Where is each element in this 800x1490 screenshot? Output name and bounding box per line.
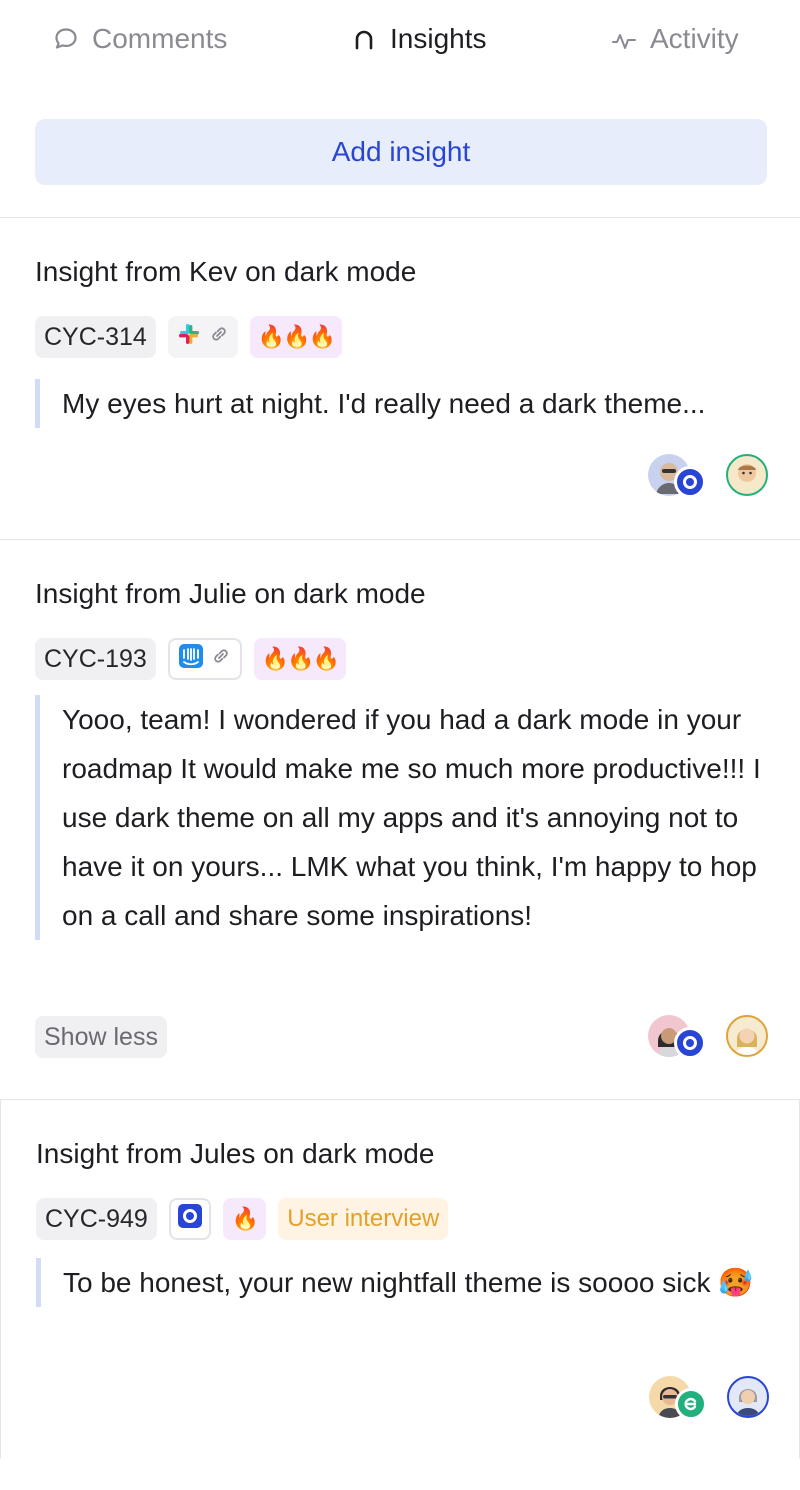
link-icon: [210, 645, 232, 674]
activity-icon: [610, 25, 638, 53]
insight-people: [648, 1015, 768, 1059]
insight-tags: CYC-949 🔥 User interview: [36, 1198, 449, 1240]
tab-comments-label: Comments: [92, 23, 228, 54]
category-tag[interactable]: User interview: [278, 1198, 449, 1240]
show-less-button[interactable]: Show less: [35, 1016, 167, 1058]
insight-tags: CYC-314 🔥🔥🔥: [35, 316, 343, 358]
insight-people: [648, 454, 768, 498]
insight-tags: CYC-193 🔥🔥🔥: [35, 638, 347, 680]
priority-fire-chip[interactable]: 🔥: [222, 1198, 267, 1240]
cycle-badge-icon: [674, 1027, 706, 1059]
source-chip[interactable]: [168, 1198, 211, 1240]
tab-activity-label: Activity: [650, 23, 739, 54]
tab-activity[interactable]: Activity: [610, 16, 739, 62]
comment-icon: [52, 25, 80, 53]
priority-fire-chip[interactable]: 🔥🔥🔥: [249, 316, 343, 358]
cycle-badge-icon: [674, 466, 706, 498]
insight-title: Insight from Julie on dark mode: [35, 578, 426, 609]
insight-card[interactable]: Insight from Kev on dark mode CYC-314 🔥🔥…: [0, 217, 800, 539]
insight-quote: My eyes hurt at night. I'd really need a…: [35, 379, 775, 428]
priority-fire-chip[interactable]: 🔥🔥🔥: [253, 638, 347, 680]
source-chip[interactable]: [167, 638, 242, 680]
assignee-avatar[interactable]: [727, 1376, 769, 1418]
insight-people: [649, 1376, 769, 1420]
insight-quote: To be honest, your new nightfall theme i…: [36, 1258, 776, 1307]
insight-quote: Yooo, team! I wondered if you had a dark…: [35, 695, 775, 940]
insight-title: Insight from Kev on dark mode: [35, 256, 417, 287]
intercom-icon: [178, 643, 204, 676]
insights-icon: [350, 25, 378, 53]
source-chip[interactable]: [167, 316, 238, 358]
insight-id-chip[interactable]: CYC-193: [35, 638, 156, 680]
link-icon: [208, 323, 230, 352]
add-insight-button[interactable]: Add insight: [35, 119, 767, 185]
insight-id-chip[interactable]: CYC-949: [36, 1198, 157, 1240]
tab-comments[interactable]: Comments: [52, 16, 227, 62]
insight-title: Insight from Jules on dark mode: [36, 1138, 435, 1169]
insight-card[interactable]: Insight from Jules on dark mode CYC-949 …: [0, 1099, 800, 1459]
insight-id-chip[interactable]: CYC-314: [35, 316, 156, 358]
tab-insights[interactable]: Insights: [350, 16, 487, 62]
cycle-icon: [177, 1203, 203, 1236]
insight-card[interactable]: Insight from Julie on dark mode CYC-193 …: [0, 539, 800, 1099]
tab-insights-label: Insights: [390, 23, 487, 54]
assignee-avatar[interactable]: [726, 454, 768, 496]
assignee-avatar[interactable]: [726, 1015, 768, 1057]
slack-icon: [176, 321, 202, 354]
tab-bar: Comments Insights Activity: [0, 0, 800, 80]
green-badge-icon: [675, 1388, 707, 1420]
